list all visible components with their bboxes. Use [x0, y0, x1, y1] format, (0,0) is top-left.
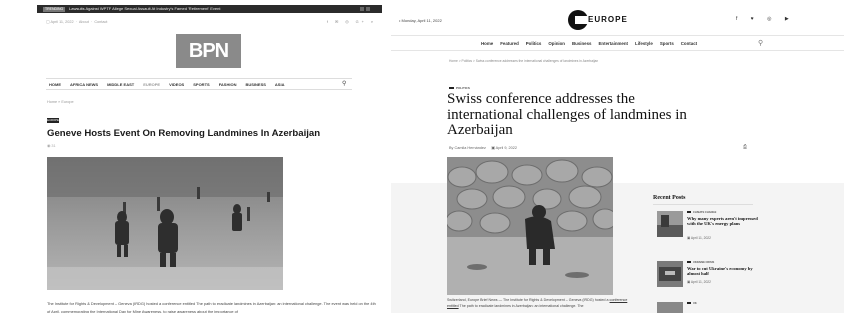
contact-link[interactable]: Contact	[94, 20, 107, 24]
calendar-icon: ▣	[491, 146, 495, 150]
article-body: Switzerland, Europe Brief News — The Ins…	[447, 297, 637, 309]
nav-item-entertainment[interactable]: Entertainment	[599, 36, 629, 51]
nav-item-sports[interactable]: Sports	[660, 36, 674, 51]
europe-logo-icon	[568, 10, 588, 30]
nav-item-contact[interactable]: Contact	[681, 36, 697, 51]
about-link[interactable]: About	[79, 20, 89, 24]
recent-post-title[interactable]: War to cut Ukraine's economy by almost h…	[687, 266, 763, 277]
article-image-deminer-rocks	[447, 157, 613, 295]
recent-posts-divider	[653, 204, 753, 205]
breadcrumb[interactable]: Home » Europe	[47, 100, 74, 104]
recent-post-category[interactable]: UKRAINE CRISIS	[687, 261, 714, 264]
category-label[interactable]: POLITICS	[449, 86, 470, 90]
recent-post-date-text: April 11, 2022	[690, 280, 711, 284]
view-count: ◉ 31	[47, 144, 56, 148]
ticker-next-button[interactable]	[366, 7, 370, 11]
nav-item-business[interactable]: Business	[572, 36, 592, 51]
category-badge[interactable]: EUROPE	[47, 118, 59, 123]
nav-item-opinion[interactable]: Opinion	[548, 36, 565, 51]
recent-post-thumbnail[interactable]	[657, 302, 683, 313]
ticker-headline[interactable]: Lawsuits Against WPTF Allege Sexual Assa…	[69, 5, 220, 13]
nav-item-politics[interactable]: Politics	[526, 36, 542, 51]
recent-post-date-text: April 11, 2022	[690, 236, 711, 240]
recent-post-thumbnail[interactable]	[657, 261, 683, 287]
top-date: April 11, 2022	[50, 20, 74, 24]
social-icons[interactable]: f ♥ ◎ ▶	[736, 16, 795, 22]
search-icon[interactable]: ⚲	[758, 39, 763, 47]
recent-posts-heading: Recent Posts	[653, 195, 686, 201]
author-name[interactable]: By Camila Hernández	[449, 146, 486, 150]
europe-logo-text: EUROPE	[588, 15, 628, 24]
article-title: Swiss conference addresses the internati…	[447, 91, 687, 138]
print-icon[interactable]: ⎙	[743, 144, 747, 150]
bpn-page: TRENDING Lawsuits Against WPTF Allege Se…	[37, 5, 382, 313]
body-text-end: The path to eradicate landmines in Azerb…	[458, 304, 584, 308]
recent-post-category[interactable]: CLIMATE CHANGE	[687, 211, 716, 214]
publish-date: April 9, 2022	[495, 146, 517, 150]
europe-page: • Monday, April 11, 2022 EUROPE f ♥ ◎ ▶ …	[391, 5, 844, 313]
breadcrumb[interactable]: Home > Politics > Swiss conference addre…	[449, 59, 598, 63]
recent-post-date: ▣ April 11, 2022	[687, 280, 711, 284]
nav-item-videos[interactable]: VIDEOS	[169, 82, 184, 87]
nav-item-home[interactable]: Home	[481, 36, 493, 51]
social-icons[interactable]: f ✉ ◎ G+ ⌕	[327, 18, 376, 26]
top-meta-row: ▢ April 11, 2022 · About · Contact f ✉ ◎…	[46, 18, 376, 26]
nav-item-featured[interactable]: Featured	[500, 36, 519, 51]
search-icon[interactable]: ⚲	[342, 80, 346, 87]
recent-post-date: ▣ April 11, 2022	[687, 236, 711, 240]
bpn-logo[interactable]: BPN	[176, 34, 241, 68]
recent-post-title[interactable]: Why many experts aren't impressed with t…	[687, 216, 763, 227]
nav-item-europe[interactable]: EUROPE	[143, 82, 160, 87]
recent-post-category[interactable]: UK	[687, 302, 697, 305]
main-nav: HOME AFRICA NEWS MIDDLE EAST EUROPE VIDE…	[46, 78, 352, 90]
nav-item-middle-east[interactable]: MIDDLE EAST	[107, 82, 134, 87]
article-body: The Institute for Rights & Development –…	[47, 301, 376, 313]
article-title: Geneve Hosts Event On Removing Landmines…	[47, 128, 321, 139]
nav-item-business[interactable]: BUSINESS	[245, 82, 265, 87]
main-nav: Home Featured Politics Opinion Business …	[391, 35, 844, 51]
nav-item-home[interactable]: HOME	[49, 82, 61, 87]
trending-ticker: TRENDING Lawsuits Against WPTF Allege Se…	[37, 5, 382, 13]
nav-item-asia[interactable]: ASIA	[275, 82, 285, 87]
recent-post-thumbnail[interactable]	[657, 211, 683, 237]
article-image-deminers	[47, 157, 283, 290]
trending-tag: TRENDING	[43, 6, 66, 12]
nav-item-sports[interactable]: SPORTS	[193, 82, 209, 87]
ticker-prev-button[interactable]	[360, 7, 364, 11]
europe-logo[interactable]: EUROPE	[568, 10, 634, 30]
nav-item-fashion[interactable]: FASHION	[219, 82, 237, 87]
header-date: • Monday, April 11, 2022	[399, 18, 442, 23]
byline: By Camila Hernández ▣ April 9, 2022	[449, 145, 517, 150]
nav-item-lifestyle[interactable]: Lifestyle	[635, 36, 653, 51]
nav-item-africa-news[interactable]: AFRICA NEWS	[70, 82, 98, 87]
body-text-start: Switzerland, Europe Brief News — The Ins…	[447, 298, 610, 302]
